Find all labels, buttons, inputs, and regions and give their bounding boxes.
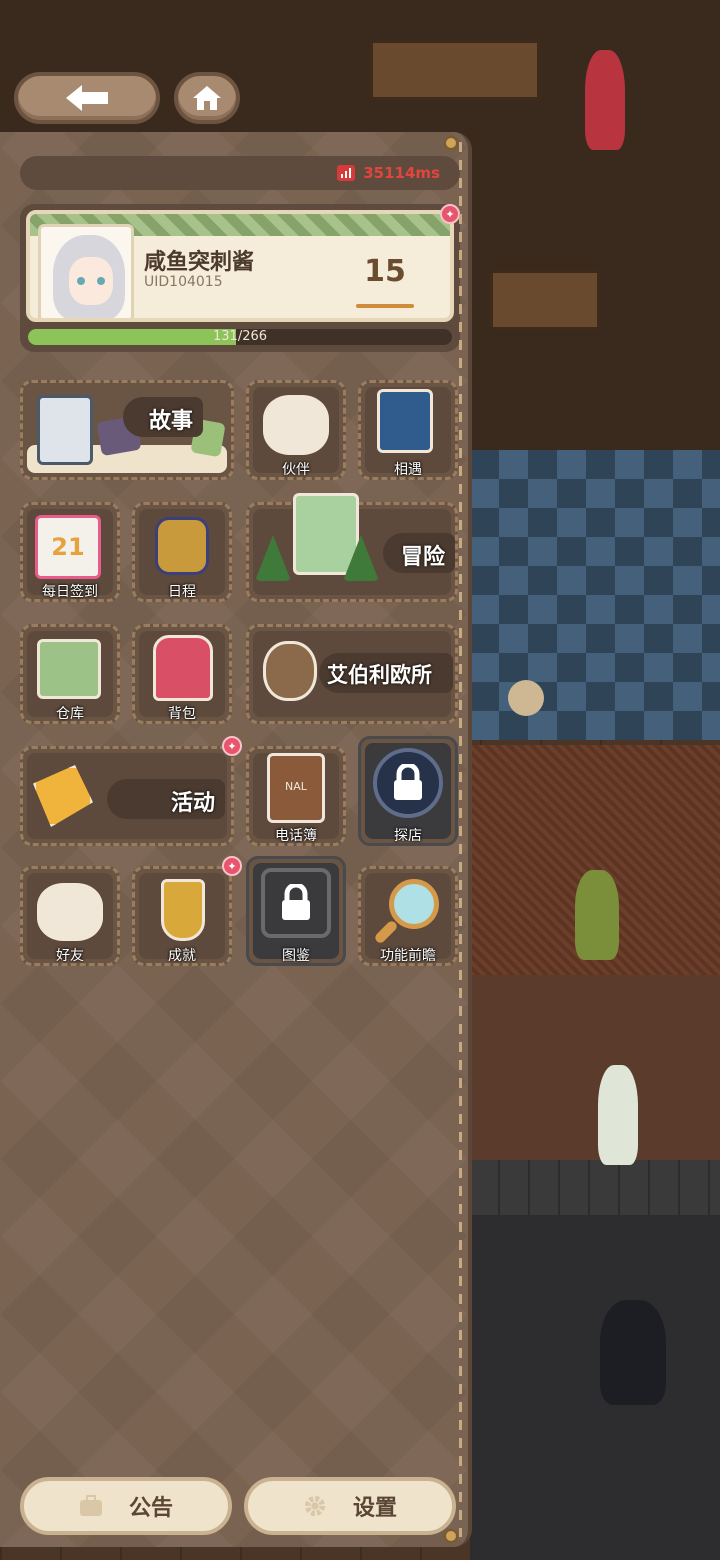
xp-bar: 131/266	[28, 329, 452, 345]
calendar-icon: 21	[35, 515, 101, 579]
settings-label: 设置	[352, 1496, 397, 1521]
settings-button[interactable]: 设置	[244, 1477, 456, 1535]
player-uid: UID104015	[144, 274, 223, 290]
profile-card[interactable]: 咸鱼突刺酱 UID104015 15 ✦ 131/266	[20, 204, 460, 352]
notice-button[interactable]: 公告	[20, 1477, 232, 1535]
network-status: 35114ms	[20, 156, 460, 190]
schedule-label: 日程	[168, 584, 196, 600]
achievements-tile[interactable]: 成就	[132, 866, 232, 966]
notification-dot: ✦	[440, 204, 460, 224]
adventure-map-icon	[293, 493, 359, 575]
npc-character[interactable]	[575, 870, 619, 960]
owl-icon	[263, 641, 317, 701]
story-book-icon	[37, 395, 93, 465]
back-arrow-icon	[66, 85, 108, 111]
adventure-label: 冒险	[401, 545, 446, 570]
brick-wall	[470, 975, 720, 1160]
preview-tile[interactable]: 功能前瞻	[358, 866, 458, 966]
player-name: 咸鱼突刺酱	[144, 250, 255, 275]
profile-nameplate: 咸鱼突刺酱 UID104015 15	[26, 210, 454, 322]
backpack-label: 背包	[168, 706, 196, 722]
lock-icon	[261, 867, 331, 938]
briefcase-icon	[79, 1495, 102, 1516]
adventure-tile[interactable]: 冒险	[246, 493, 458, 602]
gallery-label: 图鉴	[282, 948, 310, 964]
event-tile[interactable]: 活动	[20, 746, 234, 846]
office-label: 艾伯利欧所	[327, 663, 432, 687]
notice-label: 公告	[128, 1496, 173, 1521]
phonebook-icon: NAL	[267, 753, 325, 823]
partner-label: 伙伴	[282, 462, 310, 478]
office-tile[interactable]: 艾伯利欧所	[246, 624, 458, 724]
cats-icon	[37, 883, 103, 941]
gear-icon	[304, 1495, 326, 1517]
partner-icon	[263, 395, 329, 455]
preview-label: 功能前瞻	[380, 948, 436, 964]
story-tile[interactable]: 故事	[20, 380, 234, 480]
panel-corner	[444, 1529, 458, 1543]
schedule-tile[interactable]: 日程	[132, 502, 232, 602]
friends-tile[interactable]: 好友	[20, 866, 120, 966]
phonebook-label: 电话簿	[275, 828, 317, 844]
street	[470, 1215, 720, 1560]
main-menu-panel: 35114ms 咸鱼突刺酱 UID104015 15 ✦ 131/266 故事	[0, 132, 472, 1547]
shelf	[490, 270, 600, 330]
schedule-badge-icon	[155, 517, 209, 575]
home-icon	[193, 86, 221, 110]
tile-floor	[470, 1160, 720, 1220]
npc-character[interactable]	[598, 1065, 638, 1165]
partner-tile[interactable]: 伙伴	[246, 380, 346, 480]
backpack-tile[interactable]: 背包	[132, 624, 232, 724]
daily-checkin-label: 每日签到	[42, 584, 98, 600]
shelf	[370, 40, 540, 100]
xp-max: /266	[237, 329, 268, 344]
event-label: 活动	[171, 791, 216, 816]
story-label: 故事	[149, 409, 194, 434]
home-button[interactable]	[174, 72, 240, 124]
panel-corner	[444, 136, 458, 150]
encounter-icon	[377, 389, 433, 453]
achievements-notification-dot: ✦	[222, 856, 242, 876]
daily-checkin-tile[interactable]: 21 每日签到	[20, 502, 120, 602]
magnifier-icon	[389, 879, 439, 929]
xp-current: 131	[212, 329, 238, 344]
player-level: 15	[350, 254, 420, 314]
explore-shop-label: 探店	[394, 828, 422, 844]
signal-icon	[337, 165, 356, 181]
warehouse-label: 仓库	[56, 706, 84, 722]
latency-text: 35114ms	[363, 164, 440, 182]
avatar[interactable]	[38, 224, 134, 318]
event-notification-dot: ✦	[222, 736, 242, 756]
backpack-icon	[153, 635, 213, 701]
lock-icon	[373, 747, 443, 818]
warehouse-icon	[37, 639, 101, 699]
encounter-label: 相遇	[394, 462, 422, 478]
npc-character[interactable]	[585, 50, 625, 150]
lamp	[508, 680, 544, 716]
friends-label: 好友	[56, 948, 84, 964]
trophy-icon	[161, 879, 205, 941]
phonebook-tile[interactable]: NAL 电话簿	[246, 746, 346, 846]
encounter-tile[interactable]: 相遇	[358, 380, 458, 480]
player-character[interactable]	[600, 1300, 666, 1405]
explore-shop-tile[interactable]: 探店	[358, 736, 458, 846]
gallery-tile[interactable]: 图鉴	[246, 856, 346, 966]
back-button[interactable]	[14, 72, 160, 124]
achievements-label: 成就	[168, 948, 196, 964]
warehouse-tile[interactable]: 仓库	[20, 624, 120, 724]
xp-text: 131/266	[28, 329, 452, 345]
